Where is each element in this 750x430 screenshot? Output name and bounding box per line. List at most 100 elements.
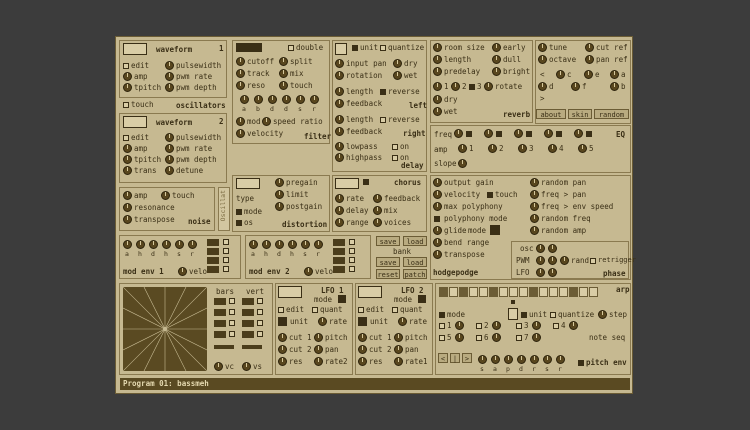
eq-band3-amp-knob[interactable] xyxy=(518,144,527,153)
modenv2-knob-5[interactable] xyxy=(314,240,323,249)
distortion-limit-knob[interactable] xyxy=(275,190,284,199)
eq-band4-amp-knob[interactable] xyxy=(548,144,557,153)
patch-button[interactable]: patch xyxy=(403,269,427,279)
noise-transpose-knob[interactable] xyxy=(123,215,132,224)
modenv2-velo-knob[interactable] xyxy=(304,267,313,276)
chorus-type-display[interactable] xyxy=(335,178,359,189)
modenv2-knob-3[interactable] xyxy=(288,240,297,249)
key-b-knob[interactable] xyxy=(610,82,619,91)
lfo1-edit-check[interactable] xyxy=(278,307,284,313)
arp-play-button[interactable]: | xyxy=(450,353,460,363)
arp-step-5[interactable] xyxy=(479,287,488,297)
eq-band3-freq-knob[interactable] xyxy=(514,129,523,138)
arp-seq-check-3[interactable] xyxy=(516,323,522,329)
delay-highpass-knob[interactable] xyxy=(335,153,344,162)
max-polyphony-knob[interactable] xyxy=(433,202,442,211)
arp-env-knob-1[interactable] xyxy=(491,355,500,364)
arp-seq-knob-4[interactable] xyxy=(569,321,578,330)
xy-bars-check-0[interactable] xyxy=(229,298,235,304)
filter-split-knob[interactable] xyxy=(279,57,288,66)
arp-env-knob-0[interactable] xyxy=(478,355,487,364)
lfo2-pitch-knob[interactable] xyxy=(394,333,403,342)
phase-rand-knob[interactable] xyxy=(560,256,569,265)
arp-seq-knob-2[interactable] xyxy=(492,321,501,330)
distortion-mode-check[interactable] xyxy=(236,209,242,215)
bank-load-button[interactable]: load xyxy=(403,257,427,267)
freq-env-speed-knob[interactable] xyxy=(530,202,539,211)
osc1-waveform-display[interactable] xyxy=(123,43,147,55)
arp-step-knob[interactable] xyxy=(598,310,607,319)
modenv1-route-2[interactable] xyxy=(207,257,219,264)
lfo1-rate-knob[interactable] xyxy=(318,317,327,326)
arp-env-knob-2[interactable] xyxy=(504,355,513,364)
modenv2-route-check-3[interactable] xyxy=(349,266,355,272)
lfo2-cut2-knob[interactable] xyxy=(358,345,367,354)
key-prev-label[interactable]: < xyxy=(540,70,545,79)
filter-cutoff-knob[interactable] xyxy=(236,57,245,66)
arp-step-8[interactable] xyxy=(509,287,518,297)
noise-resonance-knob[interactable] xyxy=(123,203,132,212)
xy-vert-slot-2[interactable] xyxy=(242,320,254,327)
cut-ref-knob[interactable] xyxy=(585,43,594,52)
xy-bars-check-3[interactable] xyxy=(229,331,235,337)
chorus-feedback-knob[interactable] xyxy=(373,194,382,203)
filter-env-r-knob[interactable] xyxy=(310,95,319,104)
eq-band1-freq-knob[interactable] xyxy=(454,129,463,138)
eq-band2-amp-knob[interactable] xyxy=(488,144,497,153)
lfo1-unit-display[interactable] xyxy=(278,317,287,326)
arp-unit-display[interactable] xyxy=(508,308,518,320)
arp-step-3[interactable] xyxy=(459,287,468,297)
delay-right-reverse-check[interactable] xyxy=(380,117,386,123)
arp-env-knob-4[interactable] xyxy=(530,355,539,364)
osc1-pwm-depth-knob[interactable] xyxy=(165,83,174,92)
delay-right-feedback-knob[interactable] xyxy=(335,127,344,136)
random-amp-knob[interactable] xyxy=(530,226,539,235)
modenv1-route-check-3[interactable] xyxy=(223,266,229,272)
osc2-trans-knob[interactable] xyxy=(123,166,132,175)
lfo2-edit-check[interactable] xyxy=(358,307,364,313)
eq-band5-freq-knob[interactable] xyxy=(574,129,583,138)
delay-left-length-knob[interactable] xyxy=(335,87,344,96)
eq-slope-knob[interactable] xyxy=(458,159,467,168)
xy-bars-slot-1[interactable] xyxy=(214,309,226,316)
osc1-tpitch-knob[interactable] xyxy=(123,83,132,92)
lfo1-res-knob[interactable] xyxy=(278,357,287,366)
chorus-range-knob[interactable] xyxy=(335,218,344,227)
phase-lfo1-knob[interactable] xyxy=(536,268,545,277)
key-f-knob[interactable] xyxy=(571,82,580,91)
lfo2-rate1-knob[interactable] xyxy=(394,357,403,366)
xy-assign-1[interactable] xyxy=(214,345,234,349)
arp-quantize-check[interactable] xyxy=(550,312,556,318)
phase-osc2-knob[interactable] xyxy=(548,244,557,253)
osc1-amp-knob[interactable] xyxy=(123,72,132,81)
delay-wet-knob[interactable] xyxy=(393,71,402,80)
xy-vert-slot-1[interactable] xyxy=(242,309,254,316)
phase-osc1-knob[interactable] xyxy=(536,244,545,253)
chorus-voices-knob[interactable] xyxy=(373,218,382,227)
modenv2-route-0[interactable] xyxy=(333,239,345,246)
eq-band2-freq-knob[interactable] xyxy=(484,129,493,138)
modenv1-route-1[interactable] xyxy=(207,248,219,255)
modenv1-knob-3[interactable] xyxy=(162,240,171,249)
lfo2-quant-check[interactable] xyxy=(392,307,398,313)
filter-track-knob[interactable] xyxy=(236,69,245,78)
chorus-delay-knob[interactable] xyxy=(335,206,344,215)
phase-retrigger-check[interactable] xyxy=(590,258,596,264)
arp-step-15[interactable] xyxy=(579,287,588,297)
random-pan-knob[interactable] xyxy=(530,178,539,187)
arp-step-14[interactable] xyxy=(569,287,578,297)
delay-quantize-check[interactable] xyxy=(380,45,386,51)
modenv2-route-3[interactable] xyxy=(333,266,345,273)
delay-dry-knob[interactable] xyxy=(393,59,402,68)
eq-band5-enable-check[interactable] xyxy=(586,131,592,137)
freq-pan-knob[interactable] xyxy=(530,190,539,199)
xy-vert-slot-0[interactable] xyxy=(242,298,254,305)
phase-pwm2-knob[interactable] xyxy=(548,256,557,265)
modenv2-knob-2[interactable] xyxy=(275,240,284,249)
eq-band1-enable-check[interactable] xyxy=(466,131,472,137)
osc2-amp-knob[interactable] xyxy=(123,144,132,153)
arp-step-13[interactable] xyxy=(559,287,568,297)
lfo2-waveform-display[interactable] xyxy=(358,286,382,298)
lfo1-waveform-display[interactable] xyxy=(278,286,302,298)
xy-bars-slot-2[interactable] xyxy=(214,320,226,327)
